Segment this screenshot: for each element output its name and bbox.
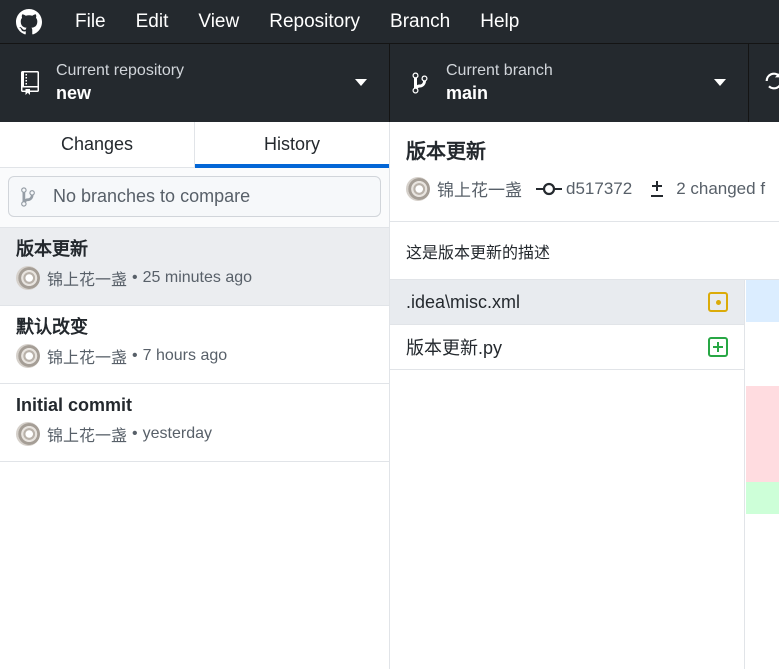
branch-icon	[21, 186, 41, 208]
diff-hunk-header	[746, 280, 779, 322]
git-commit-icon	[536, 181, 562, 197]
commit-detail-title: 版本更新	[406, 141, 486, 163]
menu-branch[interactable]: Branch	[375, 0, 465, 43]
commit-list-item[interactable]: Initial commit 锦上花一盏 • yesterday	[0, 384, 389, 462]
branch-compare-input[interactable]: No branches to compare	[8, 176, 381, 217]
commit-time: yesterday	[142, 425, 212, 442]
file-added-icon	[708, 337, 728, 357]
commit-detail: 版本更新 锦上花一盏 d517372 2 changed f 这是版本更新的描述…	[390, 122, 779, 669]
commit-sha[interactable]: d517372	[566, 179, 632, 199]
avatar	[16, 344, 40, 368]
current-branch-button[interactable]: Current branch main	[390, 44, 749, 122]
sync-icon	[763, 70, 779, 97]
commit-author: 锦上花一盏	[47, 428, 128, 445]
menubar: File Edit View Repository Branch Help	[0, 0, 779, 43]
menu-file[interactable]: File	[60, 0, 121, 43]
current-repository-button[interactable]: Current repository new	[0, 44, 390, 122]
sidebar: Changes History No branches to compare 版…	[0, 122, 390, 669]
commit-time: 7 hours ago	[142, 347, 228, 364]
diff-icon	[650, 180, 666, 198]
tab-changes[interactable]: Changes	[0, 122, 195, 167]
file-path: .idea\misc.xml	[406, 291, 521, 312]
sidebar-tabs: Changes History	[0, 122, 389, 168]
meta-separator: •	[132, 425, 138, 442]
avatar	[16, 422, 40, 446]
avatar	[406, 176, 430, 201]
changed-files-count: 2 changed f	[676, 178, 766, 198]
current-branch-label: Current branch	[446, 62, 553, 79]
diff-view[interactable]	[746, 280, 779, 669]
diff-added-lines	[746, 482, 779, 514]
file-path: 版本更新.py	[406, 338, 503, 358]
branch-icon	[408, 71, 432, 95]
file-list-item[interactable]: .idea\misc.xml	[390, 280, 744, 325]
commit-description: 这是版本更新的描述	[390, 222, 779, 280]
meta-separator: •	[132, 269, 138, 286]
branch-compare-placeholder: No branches to compare	[53, 186, 251, 206]
commit-list-item[interactable]: 默认改变 锦上花一盏 • 7 hours ago	[0, 306, 389, 384]
menu-edit[interactable]: Edit	[121, 0, 184, 43]
file-modified-icon	[708, 292, 728, 312]
commit-title: 版本更新	[16, 239, 88, 259]
github-logo-icon	[16, 8, 42, 35]
commit-detail-author: 锦上花一盏	[437, 181, 522, 200]
commit-summary: 版本更新 锦上花一盏 d517372 2 changed f	[390, 122, 779, 222]
chevron-down-icon	[714, 79, 726, 86]
tab-history[interactable]: History	[195, 122, 389, 168]
current-repository-label: Current repository	[56, 62, 185, 79]
commit-time: 25 minutes ago	[142, 269, 253, 286]
commit-author: 锦上花一盏	[47, 350, 128, 367]
current-branch-name: main	[446, 83, 489, 103]
commit-title: 默认改变	[16, 317, 88, 337]
current-repository-name: new	[56, 83, 92, 103]
repo-icon	[18, 71, 42, 95]
chevron-down-icon	[355, 79, 367, 86]
commit-list-item[interactable]: 版本更新 锦上花一盏 • 25 minutes ago	[0, 228, 389, 306]
avatar	[16, 266, 40, 290]
file-list-item[interactable]: 版本更新.py	[390, 325, 744, 370]
commit-author: 锦上花一盏	[47, 272, 128, 289]
menu-repository[interactable]: Repository	[254, 0, 375, 43]
changed-files-list: .idea\misc.xml 版本更新.py	[390, 280, 745, 669]
menu-help[interactable]: Help	[465, 0, 534, 43]
commit-title: Initial commit	[16, 395, 133, 415]
menu-view[interactable]: View	[183, 0, 254, 43]
compare-bar: No branches to compare	[0, 168, 389, 228]
meta-separator: •	[132, 347, 138, 364]
diff-deleted-lines	[746, 386, 779, 482]
toolbar: Current repository new Current branch ma…	[0, 43, 779, 122]
fetch-origin-button[interactable]	[749, 44, 779, 122]
